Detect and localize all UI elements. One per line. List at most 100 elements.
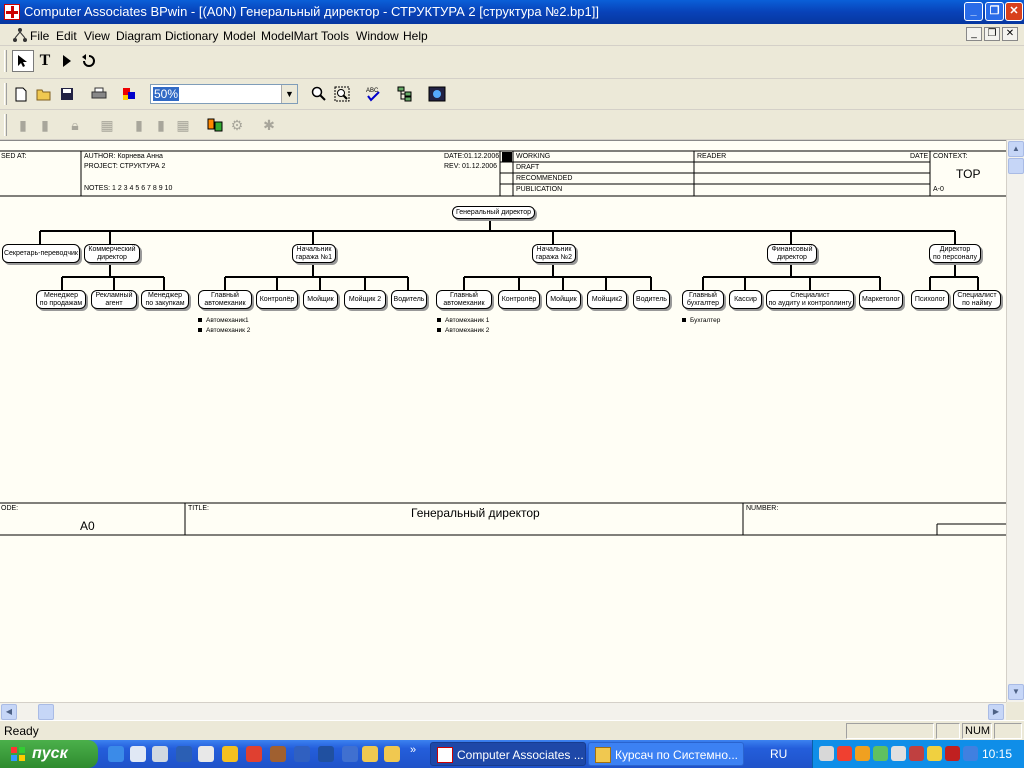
org-node-garage2[interactable]: Водитель (633, 290, 670, 309)
archive-icon[interactable] (270, 746, 286, 762)
menu-modelmart[interactable]: ModelMart (261, 29, 318, 43)
org-node-level1[interactable]: Начальник гаража №2 (532, 244, 576, 263)
spell-check-icon[interactable]: ABC (362, 83, 384, 105)
menu-file[interactable]: File (30, 29, 49, 43)
mdi-minimize-button[interactable]: _ (966, 27, 982, 41)
mm-disconnect-icon[interactable]: ▮ (34, 114, 56, 136)
menu-edit[interactable]: Edit (56, 29, 77, 43)
taskbar-item-folder[interactable]: Курсач по Системно... (588, 742, 744, 766)
close-button[interactable]: ✕ (1005, 2, 1023, 21)
play-arrow-icon[interactable] (56, 50, 78, 72)
mm-connect-icon[interactable]: ▮ (12, 114, 34, 136)
org-node-garage2[interactable]: Главный автомеханик (436, 290, 492, 309)
model-explorer-icon[interactable] (394, 83, 416, 105)
org-node-root[interactable]: Генеральный директор (452, 206, 535, 219)
org-node-garage2[interactable]: Мойщик2 (587, 290, 627, 309)
org-node-level1[interactable]: Финансовый директор (767, 244, 817, 263)
mm-library-icon[interactable]: ▦ (96, 114, 118, 136)
settings-icon[interactable] (152, 746, 168, 762)
chevron-right-icon[interactable]: » (410, 744, 416, 756)
org-node-commerce[interactable]: Рекламный агент (91, 290, 137, 309)
mm-save-icon[interactable]: ▮ (150, 114, 172, 136)
tray-icon[interactable] (963, 746, 978, 761)
tray-icon[interactable] (891, 746, 906, 761)
zoom-select[interactable]: 50% ▼ (150, 84, 298, 104)
horizontal-scrollbar[interactable]: ◀ ▶ (0, 702, 1006, 720)
ati-icon[interactable] (945, 746, 960, 761)
scroll-thumb[interactable] (1008, 158, 1024, 174)
zoom-in-icon[interactable] (308, 83, 330, 105)
mdi-close-button[interactable]: ✕ (1002, 27, 1018, 41)
mm-open-icon[interactable]: ▮ (128, 114, 150, 136)
org-node-finance[interactable]: Главный бухгалтер (682, 290, 724, 309)
scroll-down-icon[interactable]: ▼ (1008, 684, 1024, 700)
org-node-commerce[interactable]: Менеджер по продажам (36, 290, 86, 309)
org-node-garage1[interactable]: Контролёр (256, 290, 298, 309)
scroll-right-icon[interactable]: ▶ (988, 704, 1004, 720)
mm-tools-icon[interactable]: ⚙ (226, 114, 248, 136)
org-node-garage1[interactable]: Главный автомеханик (198, 290, 252, 309)
menu-dictionary[interactable]: Dictionary (165, 29, 218, 43)
org-node-garage2[interactable]: Мойщик (546, 290, 581, 309)
org-node-garage1[interactable]: Водитель (391, 290, 427, 309)
org-node-finance[interactable]: Кассир (729, 290, 762, 309)
pointer-tool-icon[interactable] (12, 50, 34, 72)
bpwin-app-icon[interactable] (4, 4, 20, 20)
org-node-garage2[interactable]: Контролёр (498, 290, 540, 309)
mdi-restore-button[interactable]: ❐ (984, 27, 1000, 41)
org-node-finance[interactable]: Маркетолог (859, 290, 903, 309)
org-node-finance[interactable]: Специалист по аудиту и контроллингу (766, 290, 854, 309)
mm-users-icon[interactable]: ✱ (258, 114, 280, 136)
modelmart-icon[interactable] (426, 83, 448, 105)
org-node-personnel[interactable]: Специалист по найму (953, 290, 1001, 309)
mm-manager-icon[interactable] (204, 114, 226, 136)
scroll-left-icon[interactable]: ◀ (1, 704, 17, 720)
open-folder-icon[interactable] (33, 83, 55, 105)
org-node-level1[interactable]: Секретарь-переводчик (2, 244, 80, 263)
clock-app-icon[interactable] (222, 746, 238, 762)
minimize-button[interactable]: _ (964, 2, 983, 21)
vertical-scrollbar[interactable]: ▲ ▼ (1006, 140, 1024, 702)
new-file-icon[interactable] (10, 83, 32, 105)
lock-icon[interactable]: 🔒︎ (64, 114, 86, 136)
menu-model[interactable]: Model (223, 29, 256, 43)
menu-help[interactable]: Help (403, 29, 428, 43)
word-icon[interactable] (176, 746, 192, 762)
diagram-canvas[interactable]: SED AT: AUTHOR: Корнева Анна PROJECT: СТ… (0, 140, 1008, 702)
media-player-icon[interactable] (130, 746, 146, 762)
tray-icon[interactable] (819, 746, 834, 761)
taskbar-item-bpwin[interactable]: Computer Associates ... (430, 742, 586, 766)
mm-grid-icon[interactable]: ▦ (172, 114, 194, 136)
save-icon[interactable] (56, 83, 78, 105)
folder-icon[interactable] (384, 746, 400, 762)
org-node-level1[interactable]: Коммерческий директор (84, 244, 140, 263)
org-node-personnel[interactable]: Психолог (911, 290, 949, 309)
print-icon[interactable] (88, 83, 110, 105)
device-icon[interactable] (342, 746, 358, 762)
app-icon[interactable] (198, 746, 214, 762)
org-node-garage1[interactable]: Мойщик 2 (344, 290, 386, 309)
tray-icon[interactable] (927, 746, 942, 761)
mail-icon[interactable] (246, 746, 262, 762)
org-node-level1[interactable]: Начальник гаража №1 (292, 244, 336, 263)
menu-tools[interactable]: Tools (321, 29, 349, 43)
tray-icon[interactable] (855, 746, 870, 761)
ie-icon[interactable] (108, 746, 124, 762)
info-icon[interactable] (294, 746, 310, 762)
maximize-button[interactable]: ❐ (985, 2, 1004, 21)
menu-window[interactable]: Window (356, 29, 399, 43)
zoom-fit-icon[interactable] (331, 83, 353, 105)
language-indicator[interactable]: RU (770, 747, 787, 761)
text-tool-icon[interactable]: T (34, 50, 56, 72)
tray-icon[interactable] (909, 746, 924, 761)
document-icon[interactable] (12, 27, 28, 43)
network-icon[interactable] (318, 746, 334, 762)
color-palette-icon[interactable] (118, 83, 140, 105)
tray-icon[interactable] (837, 746, 852, 761)
folder-icon[interactable] (362, 746, 378, 762)
scroll-thumb[interactable] (38, 704, 54, 720)
menu-diagram[interactable]: Diagram (116, 29, 161, 43)
dropdown-arrow-icon[interactable]: ▼ (281, 85, 297, 103)
system-clock[interactable]: 10:15 (982, 747, 1012, 761)
tray-icon[interactable] (873, 746, 888, 761)
